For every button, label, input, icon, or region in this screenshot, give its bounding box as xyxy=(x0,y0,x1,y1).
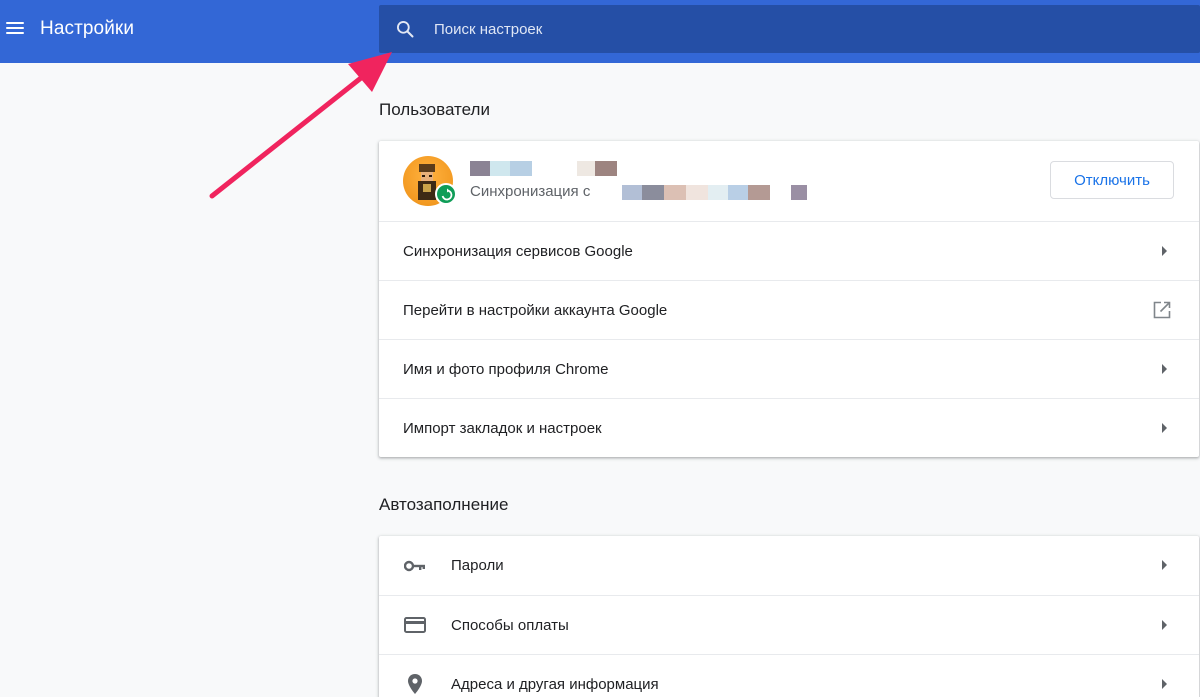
arrow-right-icon xyxy=(1162,679,1167,689)
arrow-right-icon xyxy=(1162,423,1167,433)
arrow-right-icon xyxy=(1162,620,1167,630)
top-bar: Настройки xyxy=(0,0,1200,63)
hamburger-menu-icon[interactable] xyxy=(4,19,26,39)
arrow-right-icon xyxy=(1162,246,1167,256)
arrow-right-icon xyxy=(1162,560,1167,570)
row-label: Перейти в настройки аккаунта Google xyxy=(403,301,668,319)
location-pin-icon xyxy=(403,672,427,696)
sync-badge-icon xyxy=(435,183,457,205)
search-icon xyxy=(397,21,414,38)
credit-card-icon xyxy=(403,613,427,637)
row-sync-google-services[interactable]: Синхронизация сервисов Google xyxy=(379,221,1199,280)
search-box[interactable] xyxy=(379,5,1200,53)
page-title: Настройки xyxy=(40,18,135,39)
key-icon xyxy=(403,554,427,578)
row-google-account-settings[interactable]: Перейти в настройки аккаунта Google xyxy=(379,280,1199,339)
row-payment-methods[interactable]: Способы оплаты xyxy=(379,595,1199,654)
users-card: Синхронизация с Отключить Синхронизация … xyxy=(379,141,1199,457)
row-chrome-profile-name-photo[interactable]: Имя и фото профиля Chrome xyxy=(379,339,1199,398)
row-label: Адреса и другая информация xyxy=(451,675,659,693)
row-addresses[interactable]: Адреса и другая информация xyxy=(379,654,1199,697)
row-label: Импорт закладок и настроек xyxy=(403,419,602,437)
sync-status-label: Синхронизация с xyxy=(470,183,591,200)
autofill-card: Пароли Способы оплаты Адреса и другая ин… xyxy=(379,536,1199,697)
row-import-bookmarks[interactable]: Импорт закладок и настроек xyxy=(379,398,1199,457)
row-label: Пароли xyxy=(451,557,504,574)
profile-row: Синхронизация с Отключить xyxy=(379,141,1199,221)
row-label: Имя и фото профиля Chrome xyxy=(403,360,609,378)
row-passwords[interactable]: Пароли xyxy=(379,536,1199,595)
row-label: Синхронизация сервисов Google xyxy=(403,242,633,260)
row-label: Способы оплаты xyxy=(451,616,569,634)
section-title-autofill: Автозаполнение xyxy=(379,495,509,514)
section-title-users: Пользователи xyxy=(379,100,490,119)
arrow-right-icon xyxy=(1162,364,1167,374)
search-input[interactable] xyxy=(434,15,1174,43)
disconnect-button[interactable]: Отключить xyxy=(1050,161,1174,199)
external-link-icon xyxy=(1153,301,1171,319)
